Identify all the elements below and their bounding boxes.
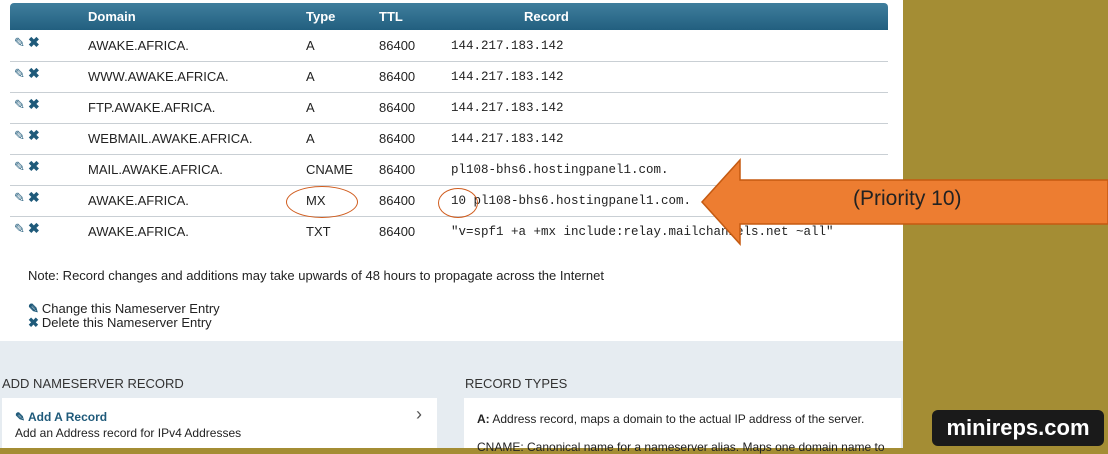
type-a-desc: Address record, maps a domain to the act… [489, 412, 865, 426]
delete-icon[interactable]: ✖ [28, 158, 40, 175]
delete-icon[interactable]: ✖ [28, 65, 40, 82]
ttl-cell: 86400 [379, 193, 416, 208]
type-cell: A [306, 69, 315, 84]
header-record: Record [524, 9, 569, 24]
watermark: minireps.com [932, 410, 1104, 446]
delete-icon[interactable]: ✖ [28, 34, 40, 51]
domain-cell: WEBMAIL.AWAKE.AFRICA. [88, 131, 253, 146]
add-a-record-desc: Add an Address record for IPv4 Addresses [15, 426, 242, 440]
add-a-record-title: Add A Record [27, 410, 108, 424]
record-types-card: A: Address record, maps a domain to the … [464, 398, 901, 454]
domain-cell: AWAKE.AFRICA. [88, 224, 189, 239]
domain-cell: AWAKE.AFRICA. [88, 38, 189, 53]
change-link-label: Change this Nameserver Entry [41, 301, 220, 316]
table-row: ✎ ✖ FTP.AWAKE.AFRICA. A 86400 144.217.183.142 [10, 92, 888, 124]
table-row: ✎ ✖ AWAKE.AFRICA. A 86400 144.217.183.142 [10, 30, 888, 62]
add-a-record-item[interactable]: ✎ Add A Record Add an Address record for… [2, 398, 437, 448]
record-cell: 144.217.183.142 [451, 39, 564, 53]
ttl-cell: 86400 [379, 131, 416, 146]
propagation-note: Note: Record changes and additions may t… [28, 268, 604, 283]
delete-nameserver-link[interactable]: ✖ Delete this Nameserver Entry [28, 315, 212, 331]
edit-icon[interactable]: ✎ [14, 128, 25, 144]
type-cell: TXT [306, 224, 331, 239]
ttl-cell: 86400 [379, 100, 416, 115]
edit-icon[interactable]: ✎ [14, 190, 25, 206]
header-ttl: TTL [379, 9, 403, 24]
delete-icon[interactable]: ✖ [28, 96, 40, 113]
delete-icon[interactable]: ✖ [28, 220, 40, 237]
record-cell: 144.217.183.142 [451, 70, 564, 84]
close-icon: ✖ [28, 315, 39, 330]
header-domain: Domain [88, 9, 136, 24]
record-cell: 144.217.183.142 [451, 132, 564, 146]
ttl-cell: 86400 [379, 162, 416, 177]
domain-cell: WWW.AWAKE.AFRICA. [88, 69, 229, 84]
ttl-cell: 86400 [379, 224, 416, 239]
type-cname-desc: CNAME: Canonical name for a nameserver a… [477, 440, 885, 454]
mx-highlight-oval [286, 186, 358, 218]
edit-icon[interactable]: ✎ [14, 35, 25, 51]
domain-cell: AWAKE.AFRICA. [88, 193, 189, 208]
domain-cell: FTP.AWAKE.AFRICA. [88, 100, 216, 115]
type-cell: CNAME [306, 162, 353, 177]
delete-link-label: Delete this Nameserver Entry [41, 315, 212, 330]
pencil-icon: ✎ [15, 410, 26, 424]
table-row: ✎ ✖ WWW.AWAKE.AFRICA. A 86400 144.217.183.142 [10, 61, 888, 93]
domain-cell: MAIL.AWAKE.AFRICA. [88, 162, 223, 177]
record-cell: 144.217.183.142 [451, 101, 564, 115]
edit-icon[interactable]: ✎ [14, 159, 25, 175]
type-cell: A [306, 38, 315, 53]
type-cell: A [306, 100, 315, 115]
edit-icon[interactable]: ✎ [14, 66, 25, 82]
ttl-cell: 86400 [379, 69, 416, 84]
header-type: Type [306, 9, 336, 24]
chevron-right-icon: › [416, 404, 422, 424]
table-header: Domain Type TTL Record [10, 3, 888, 30]
edit-icon[interactable]: ✎ [14, 221, 25, 237]
record-types-title: RECORD TYPES [465, 376, 568, 391]
ttl-cell: 86400 [379, 38, 416, 53]
priority-highlight-oval [438, 188, 478, 218]
add-nameserver-title: ADD NAMESERVER RECORD [2, 376, 184, 391]
table-row: ✎ ✖ WEBMAIL.AWAKE.AFRICA. A 86400 144.217.183… [10, 123, 888, 155]
type-a-label: A: [477, 412, 490, 426]
type-cell: A [306, 131, 315, 146]
record-cell: pl108-bhs6.hostingpanel1.com. [451, 163, 669, 177]
delete-icon[interactable]: ✖ [28, 189, 40, 206]
edit-icon[interactable]: ✎ [14, 97, 25, 113]
pencil-icon: ✎ [28, 301, 39, 316]
delete-icon[interactable]: ✖ [28, 127, 40, 144]
record-cell: 10 pl108-bhs6.hostingpanel1.com. [451, 194, 692, 208]
priority-callout: (Priority 10) [853, 187, 962, 210]
